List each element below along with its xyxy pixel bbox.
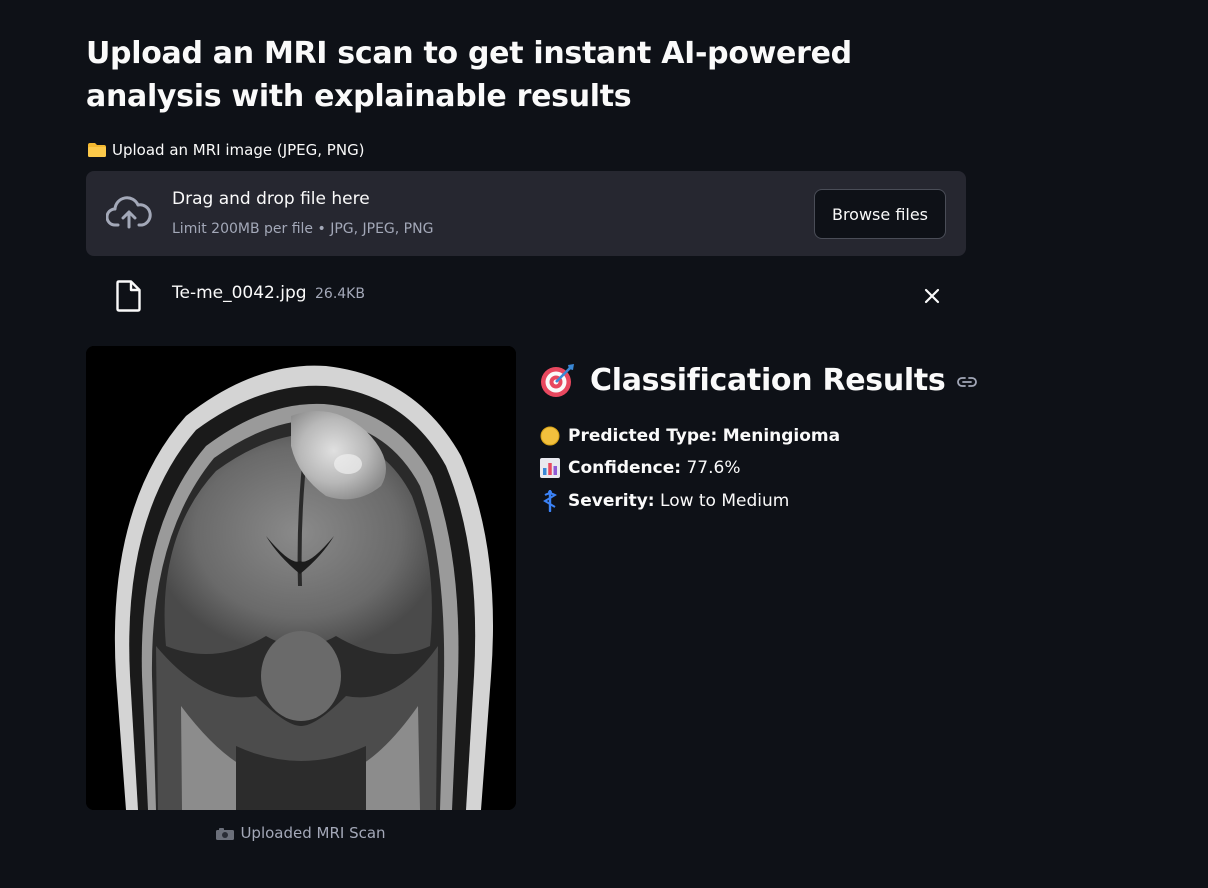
- uploaded-file-row: Te-me_0042.jpg 26.4KB: [86, 276, 966, 316]
- page-headline: Upload an MRI scan to get instant AI-pow…: [86, 36, 852, 114]
- uploaded-file-size: 26.4KB: [315, 286, 365, 302]
- anchor-link-icon[interactable]: [957, 376, 978, 388]
- severity-value: Low to Medium: [660, 491, 790, 511]
- predicted-type-row: Predicted Type: Meningioma: [540, 426, 840, 446]
- image-caption-text: Uploaded MRI Scan: [240, 824, 386, 842]
- file-dropzone[interactable]: Drag and drop file here Limit 200MB per …: [86, 171, 966, 256]
- results-title: Classification Results: [590, 362, 946, 398]
- results-heading: Classification Results: [540, 362, 978, 398]
- mri-scan-graphic: [86, 346, 516, 810]
- medical-symbol-icon: [543, 490, 557, 512]
- confidence-row: Confidence: 77.6%: [540, 458, 741, 478]
- bullseye-icon: [541, 364, 574, 397]
- mri-scan-image: [86, 346, 516, 810]
- confidence-label: Confidence:: [568, 458, 682, 478]
- yellow-circle-icon: [540, 426, 560, 446]
- file-icon: [116, 280, 141, 312]
- confidence-value: 77.6%: [686, 458, 741, 478]
- predicted-type-label: Predicted Type:: [568, 426, 718, 446]
- severity-label: Severity:: [568, 491, 655, 511]
- uploaded-file-name: Te-me_0042.jpg: [172, 283, 307, 303]
- dropzone-title: Drag and drop file here: [172, 189, 370, 209]
- cloud-upload-icon: [106, 196, 152, 229]
- remove-file-close-icon[interactable]: [924, 288, 940, 304]
- upload-label: Upload an MRI image (JPEG, PNG): [88, 141, 365, 159]
- predicted-type-value: Meningioma: [722, 426, 841, 446]
- browse-files-button[interactable]: Browse files: [814, 189, 946, 239]
- app-main: Upload an MRI scan to get instant AI-pow…: [0, 0, 1208, 888]
- bar-chart-icon: [540, 458, 560, 478]
- severity-row: Severity: Low to Medium: [540, 490, 789, 512]
- upload-label-text: Upload an MRI image (JPEG, PNG): [112, 141, 365, 159]
- camera-icon: [216, 827, 235, 840]
- image-caption: Uploaded MRI Scan: [86, 824, 516, 842]
- dropzone-subtitle: Limit 200MB per file • JPG, JPEG, PNG: [172, 221, 434, 237]
- folder-icon: [88, 143, 106, 157]
